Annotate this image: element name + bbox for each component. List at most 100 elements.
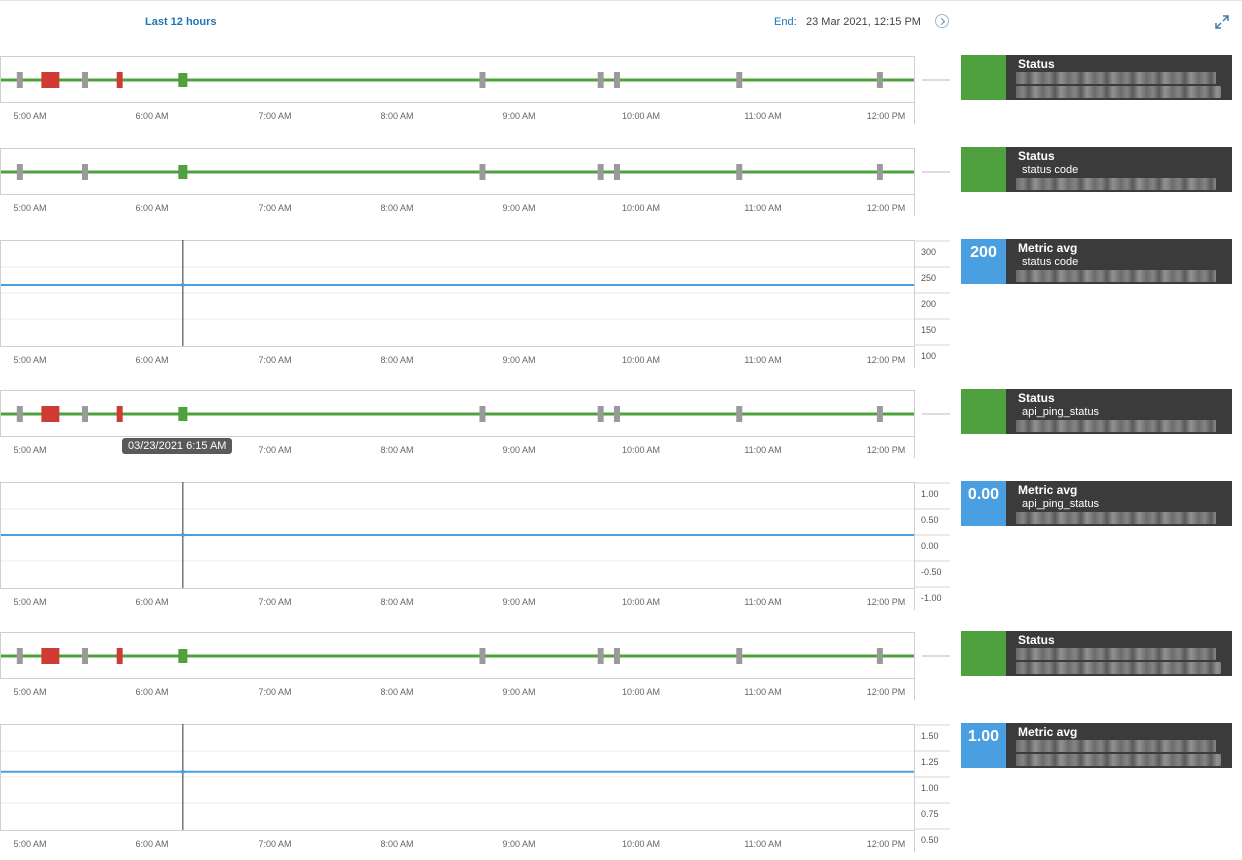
status-event-no-data[interactable] <box>16 164 23 180</box>
status-timeline[interactable]: 5:00 AM6:00 AM7:00 AM8:00 AM9:00 AM10:00… <box>0 56 960 132</box>
x-tick-label: 12:00 PM <box>867 111 906 121</box>
status-tile[interactable]: Status status code <box>961 147 1232 192</box>
metric-plot[interactable]: 1.00 0.50 0.00 -0.50 -1.00 5:00 AM 6:00 AM 7:00… <box>0 482 960 618</box>
metric-value-box: 1.00 <box>961 723 1006 768</box>
status-event-no-data[interactable] <box>876 406 883 422</box>
y-tick-label: -1.00 <box>921 593 942 603</box>
x-tick-label: 9:00 AM <box>502 203 535 213</box>
crosshair-tooltip: 03/23/2021 6:15 AM <box>122 438 233 454</box>
status-event-critical[interactable] <box>41 72 60 88</box>
status-event-no-data[interactable] <box>736 164 743 180</box>
status-tile[interactable]: Status <box>961 55 1232 100</box>
metric-plot[interactable]: 1.50 1.25 1.00 0.75 0.50 5:00 AM 6:00 AM 7:00 A… <box>0 724 960 860</box>
status-event-no-data[interactable] <box>16 648 23 664</box>
status-event-no-data[interactable] <box>876 72 883 88</box>
status-event-no-data[interactable] <box>613 406 620 422</box>
status-event-no-data[interactable] <box>613 164 620 180</box>
redacted-text <box>1016 740 1216 752</box>
status-event-no-data[interactable] <box>82 72 89 88</box>
status-event-no-data[interactable] <box>479 164 486 180</box>
status-timeline[interactable]: 5:00 AM6:00 AM7:00 AM8:00 AM9:00 AM10:00… <box>0 148 960 224</box>
status-tile[interactable]: Status <box>961 631 1232 676</box>
metric-tile[interactable]: 0.00 Metric avg api_ping_status <box>961 481 1232 526</box>
status-event-ok[interactable] <box>178 649 188 663</box>
status-event-no-data[interactable] <box>876 648 883 664</box>
x-tick-label: 8:00 AM <box>380 111 413 121</box>
x-tick-label: 12:00 PM <box>867 355 906 365</box>
status-event-no-data[interactable] <box>876 164 883 180</box>
x-tick-label: 10:00 AM <box>622 839 660 849</box>
status-event-no-data[interactable] <box>82 406 89 422</box>
x-tick-label: 10:00 AM <box>622 445 660 455</box>
redacted-text <box>1016 178 1216 190</box>
status-event-no-data[interactable] <box>479 406 486 422</box>
status-event-ok[interactable] <box>178 407 188 421</box>
x-tick-label: 10:00 AM <box>622 203 660 213</box>
status-event-no-data[interactable] <box>736 72 743 88</box>
status-event-no-data[interactable] <box>16 406 23 422</box>
status-event-no-data[interactable] <box>736 648 743 664</box>
end-time-value[interactable]: 23 Mar 2021, 12:15 PM <box>806 16 921 28</box>
metric-plot[interactable]: 300 250 200 150 100 5:00 AM 6:00 AM 7:00 AM 8:00… <box>0 240 960 376</box>
x-tick-label: 9:00 AM <box>502 111 535 121</box>
x-tick-label: 12:00 PM <box>867 597 906 607</box>
y-tick-label: 1.50 <box>921 731 939 741</box>
expand-icon[interactable] <box>1214 14 1230 30</box>
status-event-no-data[interactable] <box>479 648 486 664</box>
metric-chart[interactable]: 1.50 1.25 1.00 0.75 0.50 5:00 AM 6:00 AM 7:00 A… <box>0 724 950 860</box>
status-event-ok[interactable] <box>178 165 188 179</box>
status-tile[interactable]: Status api_ping_status <box>961 389 1232 434</box>
status-chart[interactable]: 5:00 AM6:00 AM7:00 AM8:00 AM9:00 AM10:00… <box>0 390 950 466</box>
status-event-critical[interactable] <box>116 406 123 422</box>
metric-value-box: 0.00 <box>961 481 1006 526</box>
status-event-no-data[interactable] <box>736 406 743 422</box>
metric-chart[interactable]: 1.00 0.50 0.00 -0.50 -1.00 5:00 AM 6:00 AM 7:00… <box>0 482 950 618</box>
x-tick-label: 5:00 AM <box>13 597 46 607</box>
status-event-ok[interactable] <box>178 73 188 87</box>
next-period-icon[interactable] <box>935 14 949 28</box>
x-tick-label: 7:00 AM <box>258 111 291 121</box>
x-tick-label: 8:00 AM <box>380 445 413 455</box>
tile-subtitle: status code <box>1022 164 1079 176</box>
x-tick-label: 6:00 AM <box>135 355 168 365</box>
status-event-no-data[interactable] <box>597 72 604 88</box>
status-event-no-data[interactable] <box>613 72 620 88</box>
status-event-no-data[interactable] <box>597 406 604 422</box>
tile-title: Status <box>1018 149 1055 163</box>
tile-title: Metric avg <box>1018 241 1078 255</box>
status-timeline[interactable]: 5:00 AM6:00 AM7:00 AM8:00 AM9:00 AM10:00… <box>0 390 960 466</box>
x-tick-label: 9:00 AM <box>502 687 535 697</box>
status-timeline[interactable]: 5:00 AM6:00 AM7:00 AM8:00 AM9:00 AM10:00… <box>0 632 960 708</box>
x-tick-label: 11:00 AM <box>744 839 781 849</box>
status-event-no-data[interactable] <box>597 648 604 664</box>
x-tick-label: 11:00 AM <box>744 445 781 455</box>
status-indicator <box>961 631 1006 676</box>
y-tick-label: 0.50 <box>921 515 939 525</box>
status-event-critical[interactable] <box>41 648 60 664</box>
status-indicator <box>961 55 1006 100</box>
y-tick-label: 0.75 <box>921 809 939 819</box>
status-chart[interactable]: 5:00 AM6:00 AM7:00 AM8:00 AM9:00 AM10:00… <box>0 148 950 224</box>
x-tick-label: 6:00 AM <box>135 839 168 849</box>
status-event-no-data[interactable] <box>479 72 486 88</box>
status-event-no-data[interactable] <box>16 72 23 88</box>
y-tick-label: 300 <box>921 247 936 257</box>
time-range-picker[interactable]: Last 12 hours <box>145 16 217 28</box>
status-chart[interactable]: 5:00 AM6:00 AM7:00 AM8:00 AM9:00 AM10:00… <box>0 56 950 132</box>
x-tick-label: 9:00 AM <box>502 597 535 607</box>
status-event-critical[interactable] <box>116 72 123 88</box>
tile-title: Metric avg <box>1018 725 1078 739</box>
status-event-no-data[interactable] <box>82 164 89 180</box>
status-event-no-data[interactable] <box>597 164 604 180</box>
status-chart[interactable]: 5:00 AM6:00 AM7:00 AM8:00 AM9:00 AM10:00… <box>0 632 950 708</box>
metric-tile[interactable]: 1.00 Metric avg <box>961 723 1232 768</box>
status-event-critical[interactable] <box>41 406 60 422</box>
status-event-no-data[interactable] <box>613 648 620 664</box>
metric-value: 0.00 <box>967 486 1000 503</box>
y-tick-label: -0.50 <box>921 567 942 577</box>
metric-chart[interactable]: 300 250 200 150 100 5:00 AM 6:00 AM 7:00 AM 8:00… <box>0 240 950 376</box>
redacted-text <box>1016 662 1221 674</box>
metric-tile[interactable]: 200 Metric avg status code <box>961 239 1232 284</box>
status-event-no-data[interactable] <box>82 648 89 664</box>
status-event-critical[interactable] <box>116 648 123 664</box>
